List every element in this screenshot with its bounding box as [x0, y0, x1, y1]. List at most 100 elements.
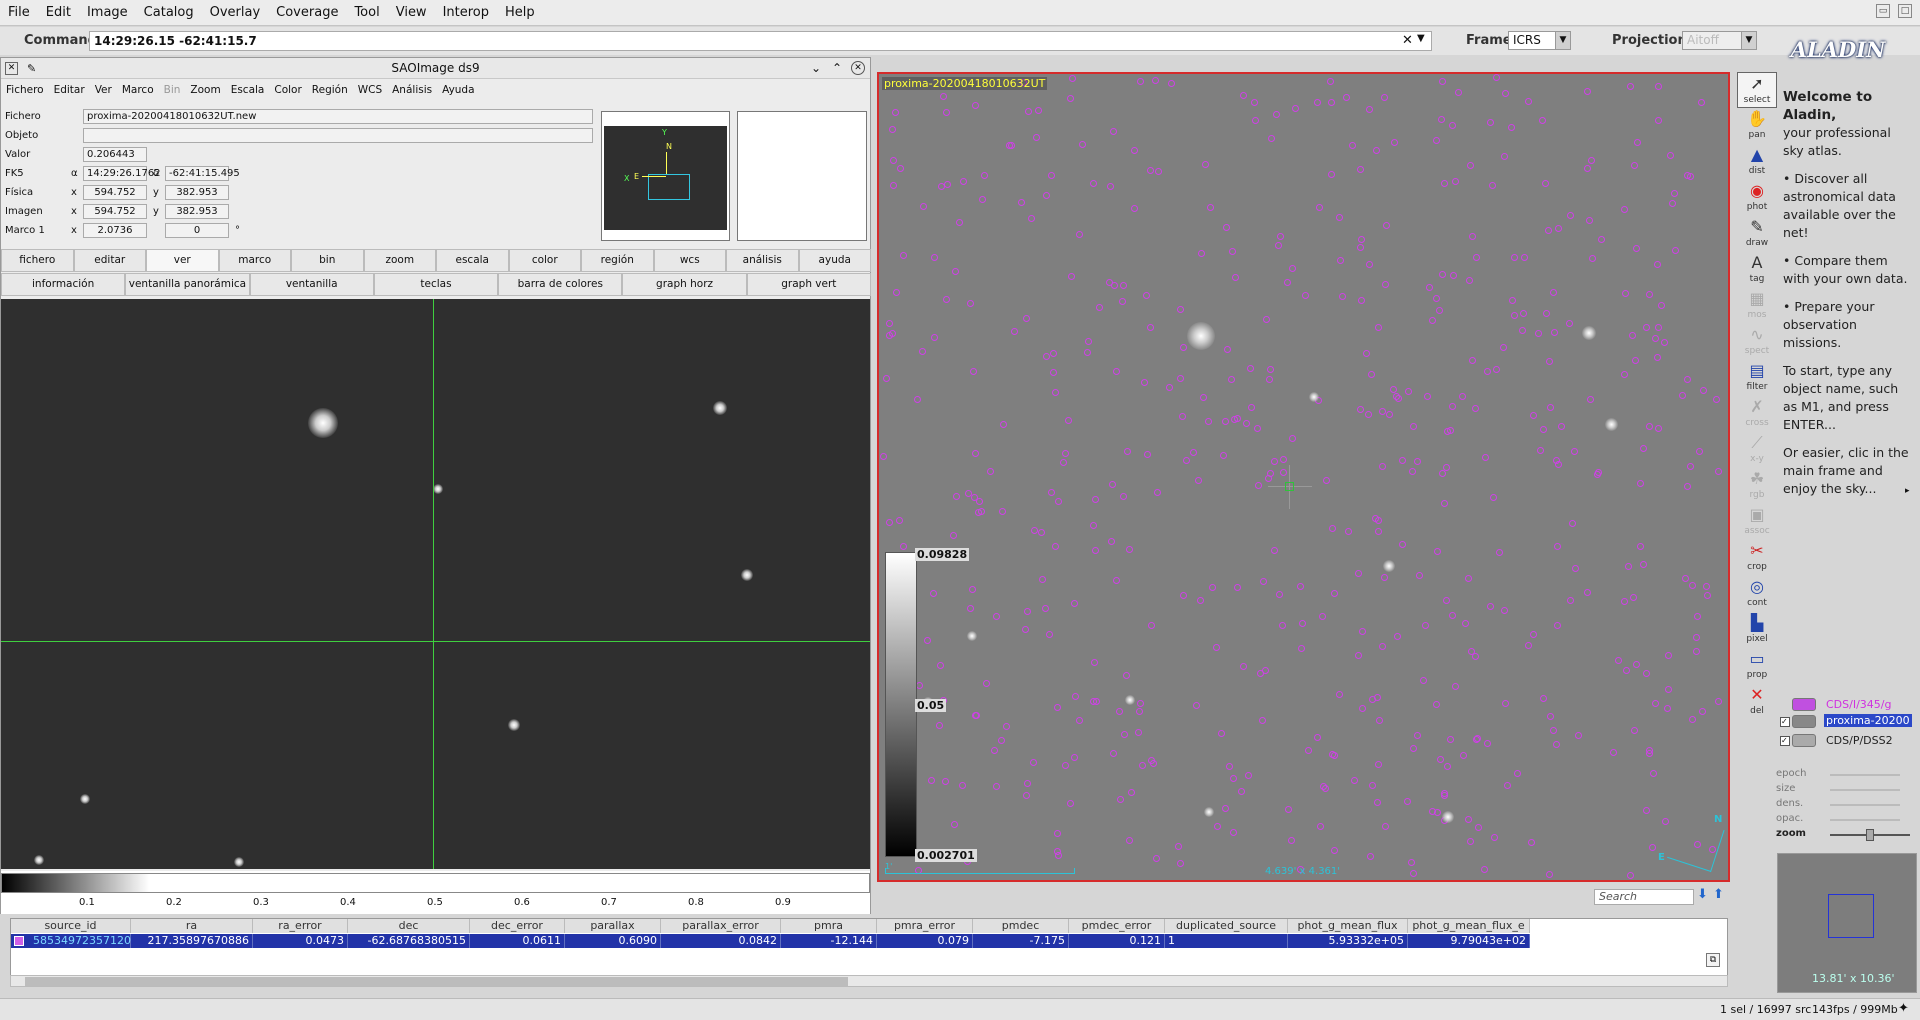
catalog-source-marker[interactable] — [1621, 371, 1628, 378]
catalog-source-marker[interactable] — [1569, 520, 1576, 527]
catalog-source-marker[interactable] — [1438, 116, 1445, 123]
catalog-source-marker[interactable] — [1357, 406, 1364, 413]
catalog-source-marker[interactable] — [1042, 605, 1049, 612]
catalog-source-marker[interactable] — [919, 348, 926, 355]
table-cell[interactable]: 217.35897670886 — [131, 934, 253, 948]
ds9-menu-color[interactable]: Color — [269, 84, 306, 96]
catalog-source-marker[interactable] — [1637, 543, 1644, 550]
catalog-source-marker[interactable] — [1643, 807, 1650, 814]
catalog-source-marker[interactable] — [889, 126, 896, 133]
table-cell[interactable]: 0.079 — [877, 934, 973, 948]
catalog-source-marker[interactable] — [1092, 496, 1099, 503]
catalog-source-marker[interactable] — [1496, 549, 1503, 556]
catalog-source-marker[interactable] — [1018, 199, 1025, 206]
catalog-source-marker[interactable] — [1071, 600, 1078, 607]
catalog-source-marker[interactable] — [928, 777, 935, 784]
column-header[interactable]: ra — [131, 919, 253, 933]
catalog-source-marker[interactable] — [1079, 141, 1086, 148]
catalog-source-marker[interactable] — [1090, 180, 1097, 187]
catalog-source-marker[interactable] — [1245, 772, 1252, 779]
catalog-source-marker[interactable] — [1654, 261, 1661, 268]
catalog-source-marker[interactable] — [1584, 165, 1591, 172]
catalog-source-marker[interactable] — [1667, 152, 1674, 159]
catalog-source-marker[interactable] — [1410, 745, 1417, 752]
catalog-source-marker[interactable] — [1571, 448, 1578, 455]
table-cell[interactable]: 0.0842 — [661, 934, 781, 948]
catalog-source-marker[interactable] — [1228, 376, 1235, 383]
catalog-source-marker[interactable] — [1230, 775, 1237, 782]
catalog-source-marker[interactable] — [1369, 782, 1376, 789]
catalog-source-marker[interactable] — [1655, 83, 1662, 90]
catalog-source-marker[interactable] — [1319, 613, 1326, 620]
catalog-source-marker[interactable] — [1375, 528, 1382, 535]
catalog-source-marker[interactable] — [1715, 698, 1722, 705]
catalog-source-marker[interactable] — [1336, 214, 1343, 221]
catalog-source-marker[interactable] — [1090, 522, 1097, 529]
catalog-source-marker[interactable] — [953, 493, 960, 500]
catalog-source-marker[interactable] — [1240, 663, 1247, 670]
restore-icon[interactable]: ▭ — [1876, 4, 1890, 18]
slider-opacity[interactable]: opac. — [1776, 813, 1916, 827]
catalog-source-marker[interactable] — [893, 289, 900, 296]
catalog-source-marker[interactable] — [1214, 823, 1221, 830]
catalog-source-marker[interactable] — [1542, 180, 1549, 187]
catalog-source-marker[interactable] — [1382, 281, 1389, 288]
catalog-source-marker[interactable] — [1433, 701, 1440, 708]
tool-filter[interactable]: ▤ filter — [1737, 360, 1777, 396]
catalog-source-marker[interactable] — [1135, 729, 1142, 736]
catalog-source-marker[interactable] — [1586, 217, 1593, 224]
catalog-source-marker[interactable] — [1501, 153, 1508, 160]
catalog-source-marker[interactable] — [1709, 846, 1716, 853]
catalog-source-marker[interactable] — [1141, 379, 1148, 386]
catalog-source-marker[interactable] — [890, 157, 897, 164]
btn-escala[interactable]: escala — [436, 249, 509, 272]
catalog-source-marker[interactable] — [1465, 575, 1472, 582]
catalog-source-marker[interactable] — [1555, 461, 1562, 468]
catalog-source-marker[interactable] — [1662, 818, 1669, 825]
menu-help[interactable]: Help — [497, 5, 543, 20]
catalog-source-marker[interactable] — [1366, 106, 1373, 113]
catalog-source-marker[interactable] — [1180, 344, 1187, 351]
column-header[interactable]: pmra_error — [877, 919, 973, 933]
catalog-source-marker[interactable] — [940, 93, 947, 100]
column-header[interactable]: dec — [348, 919, 470, 933]
plane-checkbox[interactable]: ✓ — [1780, 736, 1790, 746]
catalog-source-marker[interactable] — [1355, 570, 1362, 577]
catalog-source-marker[interactable] — [950, 532, 957, 539]
catalog-source-marker[interactable] — [1598, 236, 1605, 243]
catalog-source-marker[interactable] — [1689, 582, 1696, 589]
catalog-source-marker[interactable] — [1460, 752, 1467, 759]
catalog-source-marker[interactable] — [943, 296, 950, 303]
catalog-source-marker[interactable] — [1455, 89, 1462, 96]
overview-panel[interactable]: 13.81' x 10.36' — [1777, 853, 1917, 993]
catalog-source-marker[interactable] — [987, 468, 994, 475]
catalog-source-marker[interactable] — [1238, 788, 1245, 795]
pin-icon[interactable]: ✎ — [27, 58, 36, 79]
catalog-source-marker[interactable] — [1285, 806, 1292, 813]
minimize-icon[interactable]: ⌄ — [811, 58, 821, 79]
catalog-source-marker[interactable] — [1469, 233, 1476, 240]
table-cell[interactable]: 9.79043e+02 — [1408, 934, 1530, 948]
catalog-source-marker[interactable] — [1120, 282, 1127, 289]
projection-select[interactable]: Aitoff — [1682, 31, 1742, 50]
catalog-source-marker[interactable] — [1117, 796, 1124, 803]
tool-del[interactable]: ✕ del — [1737, 684, 1777, 720]
catalog-source-marker[interactable] — [1469, 357, 1476, 364]
catalog-source-marker[interactable] — [960, 178, 967, 185]
catalog-source-marker[interactable] — [1621, 598, 1628, 605]
catalog-source-marker[interactable] — [1684, 483, 1691, 490]
catalog-source-marker[interactable] — [1055, 498, 1062, 505]
tool-pan[interactable]: ✋ pan — [1737, 108, 1777, 144]
catalog-source-marker[interactable] — [942, 778, 949, 785]
catalog-source-marker[interactable] — [1226, 763, 1233, 770]
catalog-source-marker[interactable] — [1694, 613, 1701, 620]
tool-rgb[interactable]: ☘ rgb — [1737, 468, 1777, 504]
catalog-source-marker[interactable] — [1543, 310, 1550, 317]
collapse-arrow-icon[interactable]: ▸ — [1905, 486, 1910, 496]
catalog-source-marker[interactable] — [979, 196, 986, 203]
catalog-source-marker[interactable] — [1131, 205, 1138, 212]
catalog-source-marker[interactable] — [1268, 135, 1275, 142]
catalog-source-marker[interactable] — [1067, 800, 1074, 807]
catalog-source-marker[interactable] — [1153, 855, 1160, 862]
catalog-source-marker[interactable] — [1623, 667, 1630, 674]
